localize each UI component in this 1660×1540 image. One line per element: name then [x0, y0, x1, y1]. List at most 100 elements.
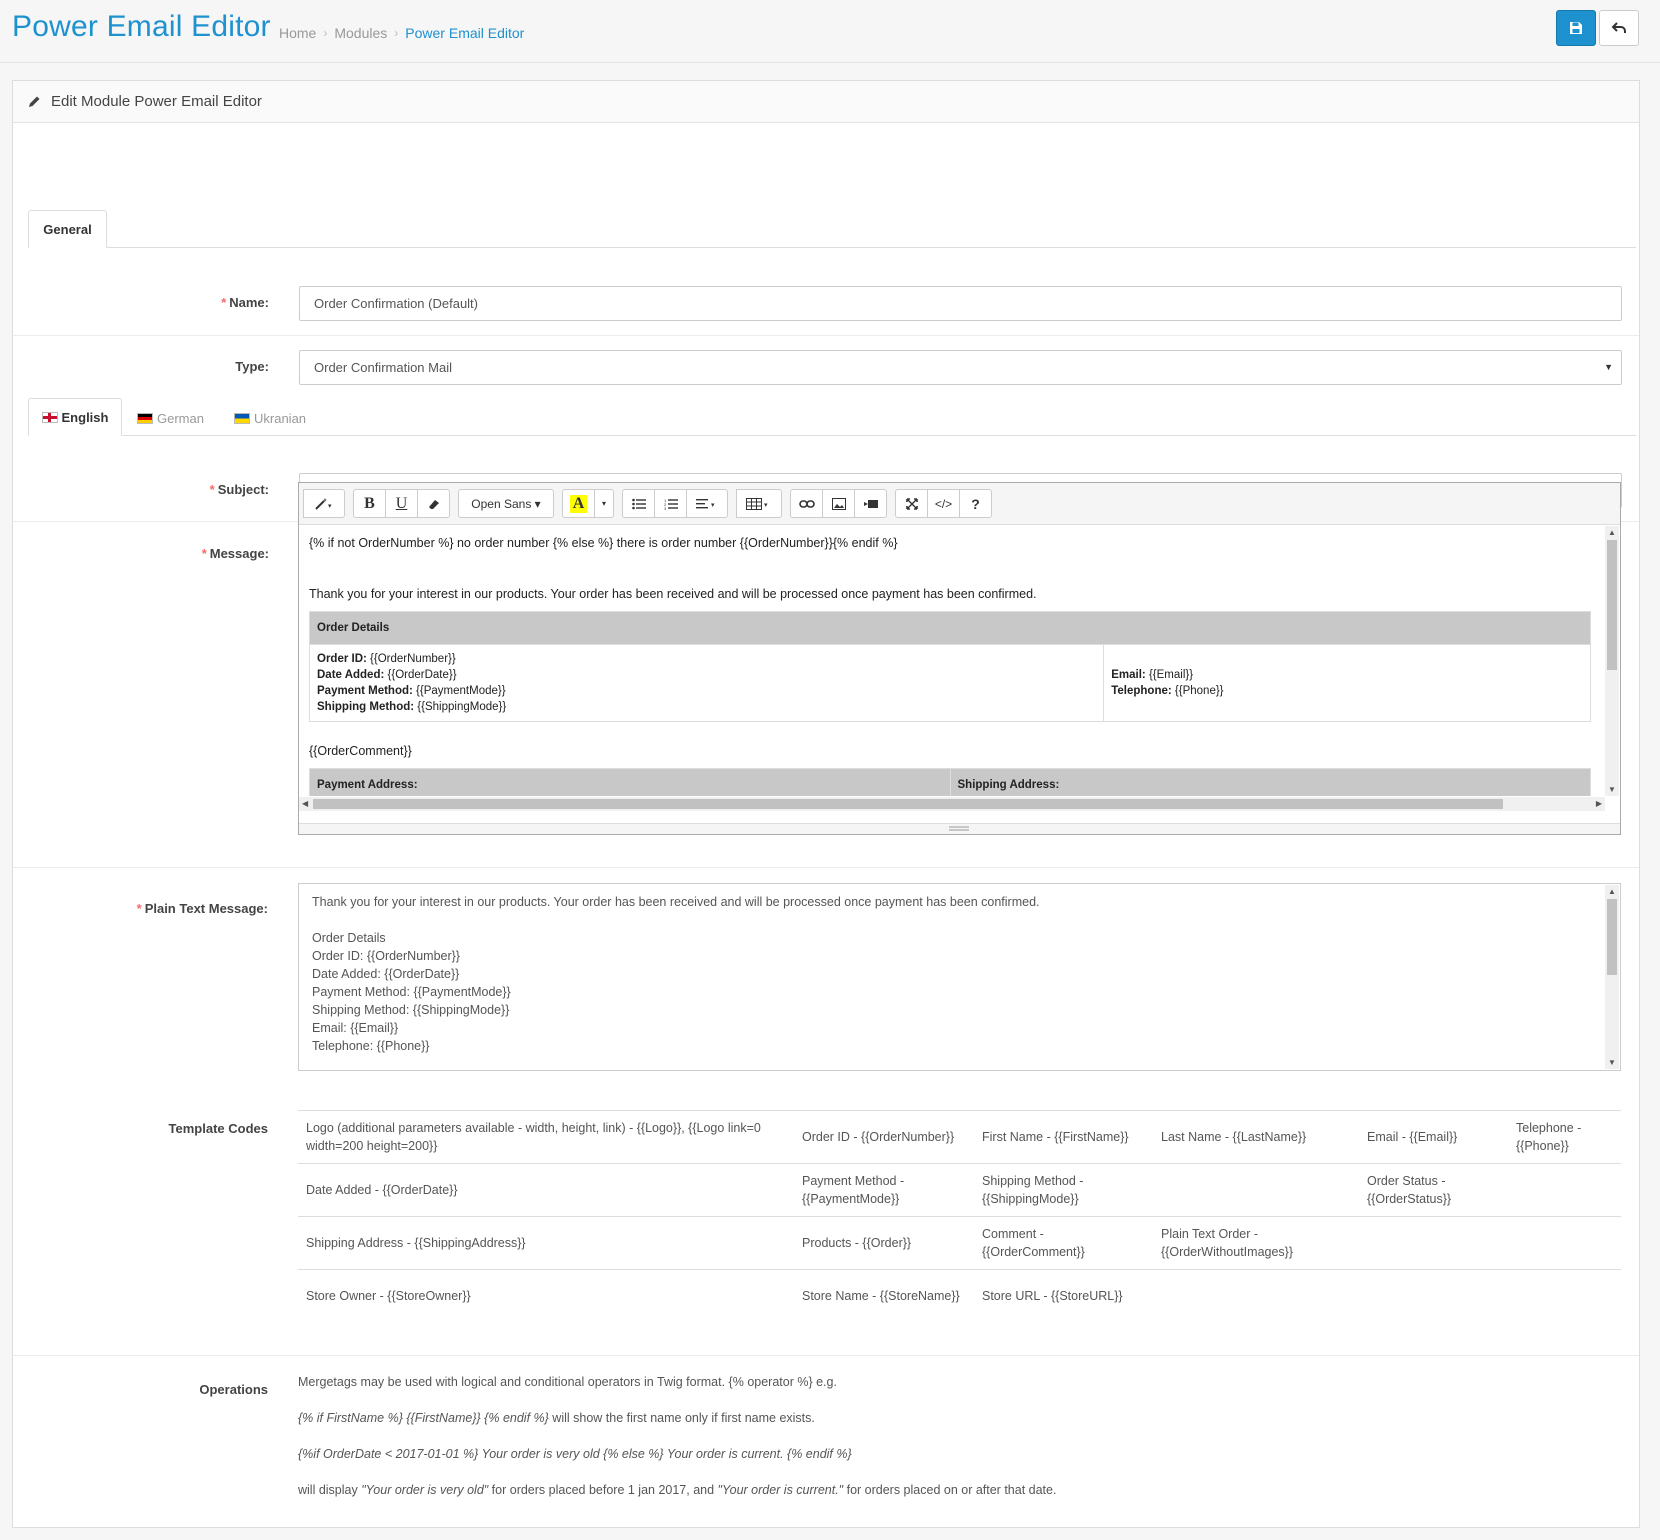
code-cell: Store Name - {{StoreName}} [794, 1269, 974, 1323]
row-divider [13, 867, 1639, 868]
code-cell: Store URL - {{StoreURL}} [974, 1269, 1153, 1323]
breadcrumb-current[interactable]: Power Email Editor [405, 25, 524, 41]
detail-value: {{OrderDate}} [387, 669, 457, 681]
editor-resize-handle[interactable] [299, 823, 1620, 834]
template-codes-table: Logo (additional parameters available - … [298, 1110, 1621, 1323]
code-cell [1153, 1163, 1359, 1217]
operations-example-1: {% if FirstName %} {{FirstName}} {% endi… [298, 1409, 1598, 1427]
link-icon [798, 499, 815, 508]
detail-key: Order ID: [317, 653, 367, 665]
textarea-vertical-scrollbar[interactable]: ▲ ▼ [1605, 885, 1619, 1069]
code-cell: Shipping Method - {{ShippingMode}} [974, 1163, 1153, 1217]
breadcrumb-separator: › [394, 26, 399, 40]
svg-text:▾: ▾ [328, 503, 332, 510]
magic-wand-style-button[interactable]: ▾ [303, 489, 345, 518]
tabs-underline [28, 247, 1636, 248]
type-select-value: Order Confirmation Mail [314, 360, 452, 375]
tab-ukranian-label: Ukranian [254, 410, 307, 426]
unordered-list-button[interactable] [622, 489, 655, 518]
font-family-value: Open Sans [471, 496, 532, 511]
code-cell: Date Added - {{OrderDate}} [298, 1163, 794, 1217]
breadcrumb-separator: › [323, 26, 328, 40]
table-row: Store Owner - {{StoreOwner}} Store Name … [298, 1269, 1621, 1323]
code-cell: Payment Method - {{PaymentMode}} [794, 1163, 974, 1217]
eraser-icon [428, 499, 439, 509]
code-cell [1153, 1269, 1359, 1323]
code-cell [1508, 1216, 1621, 1270]
editor-content[interactable]: {% if not OrderNumber %} no order number… [299, 526, 1601, 796]
scroll-left-arrow-icon[interactable]: ◀ [302, 799, 308, 808]
color-dropdown-button[interactable]: ▾ [594, 489, 614, 518]
type-select[interactable]: Order Confirmation Mail ▼ [299, 350, 1622, 385]
paragraph-align-button[interactable]: ▾ [686, 489, 728, 518]
image-icon [831, 497, 846, 510]
code-cell: Plain Text Order - {{OrderWithoutImages}… [1153, 1216, 1359, 1270]
breadcrumb-home[interactable]: Home [279, 25, 316, 41]
scroll-up-arrow-icon[interactable]: ▲ [1608, 887, 1616, 896]
detail-value: {{Phone}} [1174, 685, 1224, 697]
scroll-down-arrow-icon[interactable]: ▼ [1608, 785, 1616, 794]
svg-text:▾: ▾ [711, 502, 715, 509]
name-input[interactable]: Order Confirmation (Default) [299, 286, 1622, 321]
bold-button[interactable]: B [353, 489, 386, 518]
help-icon: ? [971, 495, 980, 512]
subject-label: * Subject: [209, 482, 269, 497]
caret-down-icon: ▼ [1604, 362, 1613, 372]
editor-vertical-scrollbar[interactable]: ▲ ▼ [1605, 526, 1619, 796]
eraser-button[interactable] [417, 489, 450, 518]
code-cell: Comment - {{OrderComment}} [974, 1216, 1153, 1270]
operations-example-2: {%if OrderDate < 2017-01-01 %} Your orde… [298, 1445, 1598, 1463]
editor-horizontal-scrollbar[interactable]: ◀ ▶ [299, 797, 1605, 811]
detail-key: Shipping Method: [317, 701, 415, 713]
table-button[interactable]: ▾ [736, 489, 782, 518]
tab-general[interactable]: General [28, 210, 107, 248]
scroll-up-arrow-icon[interactable]: ▲ [1608, 528, 1616, 537]
detail-value: {{ShippingMode}} [417, 701, 507, 713]
plain-text-textarea[interactable]: Thank you for your interest in our produ… [298, 883, 1621, 1071]
video-button[interactable] [854, 489, 887, 518]
code-view-button[interactable]: </> [927, 489, 960, 518]
pencil-icon [28, 95, 41, 108]
plain-text-content: Thank you for your interest in our produ… [312, 895, 1040, 1053]
link-button[interactable] [790, 489, 823, 518]
address-table: Payment Address: Shipping Address: [309, 768, 1591, 796]
ordered-list-button[interactable]: 123 [654, 489, 687, 518]
order-details-right: Email: {{Email}} Telephone: {{Phone}} [1103, 644, 1591, 722]
scroll-down-arrow-icon[interactable]: ▼ [1608, 1058, 1616, 1067]
svg-text:▾: ▾ [764, 502, 768, 509]
highlight-color-button[interactable]: A [562, 489, 595, 518]
operations-explanation: will display "Your order is very old" fo… [298, 1483, 1057, 1497]
help-button[interactable]: ? [959, 489, 992, 518]
tab-english[interactable]: English [28, 398, 122, 436]
detail-value: {{Email}} [1148, 669, 1194, 681]
fullscreen-button[interactable] [895, 489, 928, 518]
scrollbar-thumb[interactable] [313, 799, 1503, 809]
editor-line-comment: {{OrderComment}} [309, 744, 412, 758]
code-icon: </> [934, 496, 953, 511]
scroll-right-arrow-icon[interactable]: ▶ [1596, 799, 1602, 808]
code-cell: Products - {{Order}} [794, 1216, 974, 1270]
tab-german[interactable]: German [137, 408, 204, 428]
ordered-list-icon: 123 [664, 498, 678, 510]
back-button[interactable] [1599, 10, 1639, 46]
save-button[interactable] [1556, 10, 1596, 46]
code-cell: Telephone - {{Phone}} [1508, 1110, 1621, 1164]
grip-icon [949, 826, 969, 831]
operations-text: Mergetags may be used with logical and c… [298, 1373, 1598, 1517]
shipping-address-header: Shipping Address: [949, 768, 1591, 796]
video-icon [863, 499, 878, 508]
rich-text-editor[interactable]: ▾ B U Open Sans ▾ A ▾ 123 ▾ ▾ </> ? {% i… [298, 482, 1621, 835]
payment-address-header: Payment Address: [309, 768, 951, 796]
table-row: Logo (additional parameters available - … [298, 1110, 1621, 1164]
scrollbar-thumb[interactable] [1607, 899, 1617, 975]
underline-button[interactable]: U [385, 489, 418, 518]
editor-line-conditional: {% if not OrderNumber %} no order number… [309, 536, 898, 550]
tab-ukranian[interactable]: Ukranian [234, 408, 306, 428]
breadcrumb-modules[interactable]: Modules [334, 25, 387, 41]
scrollbar-thumb[interactable] [1607, 540, 1617, 670]
font-family-dropdown[interactable]: Open Sans ▾ [458, 489, 554, 518]
fullscreen-icon [905, 497, 918, 510]
image-button[interactable] [822, 489, 855, 518]
breadcrumb: Home › Modules › Power Email Editor [279, 25, 524, 41]
code-cell [1508, 1269, 1621, 1323]
